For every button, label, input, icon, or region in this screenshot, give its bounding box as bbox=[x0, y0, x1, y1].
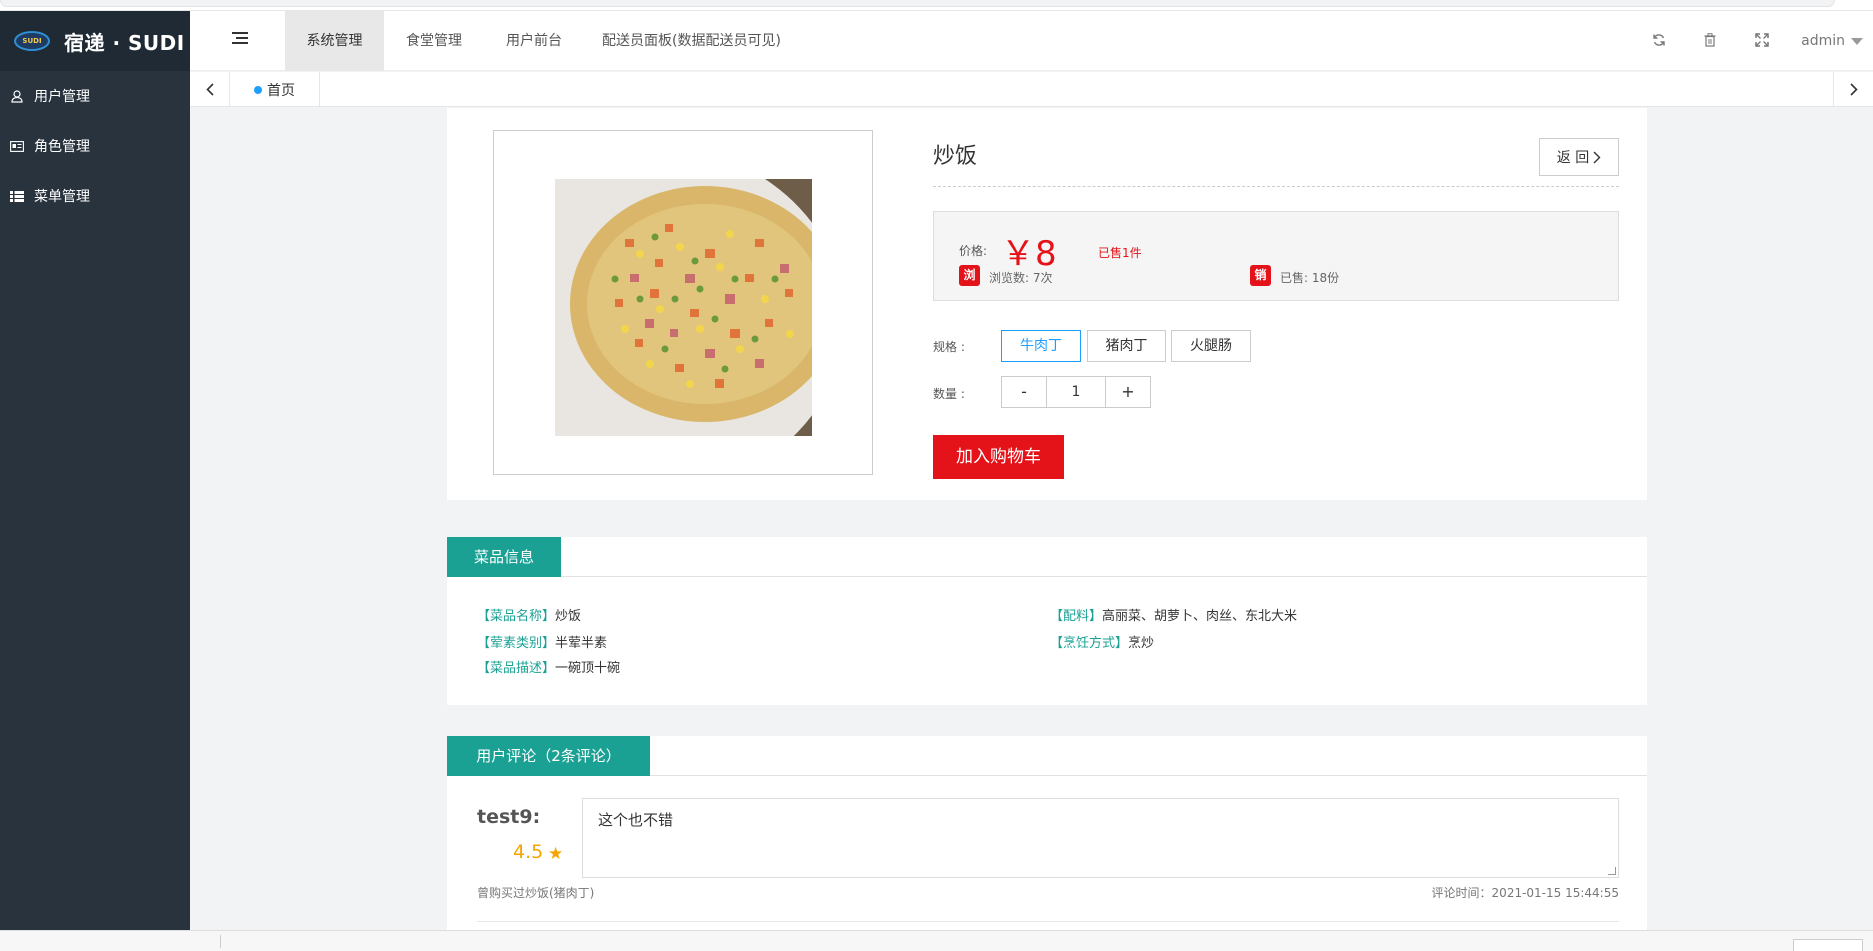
dish-info-header: 菜品信息 bbox=[447, 537, 1647, 577]
dish-info-tab[interactable]: 菜品信息 bbox=[447, 537, 561, 577]
user-menu[interactable]: admin bbox=[1801, 11, 1863, 71]
chevron-left-icon bbox=[205, 83, 214, 96]
quantity-increase-button[interactable]: + bbox=[1106, 377, 1150, 407]
browser-top-bar bbox=[0, 0, 1873, 11]
fullscreen-icon[interactable] bbox=[1754, 33, 1770, 49]
comments-header: 用户评论（2条评论） bbox=[447, 736, 1647, 776]
sidebar-item-roles[interactable]: 角色管理 bbox=[0, 121, 190, 171]
chevron-right-icon bbox=[1593, 151, 1601, 163]
comment-purchase-info: 曾购买过炒饭(猪肉丁) bbox=[477, 886, 595, 900]
comment-username: test9: bbox=[477, 806, 541, 828]
info-ingredients: 【配料】高丽菜、胡萝卜、肉丝、东北大米 bbox=[1050, 605, 1297, 624]
fried-rice-photo bbox=[555, 179, 812, 436]
sidebar: SUDI 宿递 · SUDI 用户管理 角色管理 菜单管理 bbox=[0, 11, 190, 930]
info-key: 【菜品名称】 bbox=[477, 609, 556, 624]
quantity-input[interactable]: 1 bbox=[1046, 377, 1106, 407]
info-key: 【配料】 bbox=[1050, 609, 1103, 624]
back-button[interactable]: 返 回 bbox=[1539, 138, 1619, 176]
list-icon bbox=[10, 189, 24, 203]
info-dish-name: 【菜品名称】炒饭 bbox=[477, 605, 581, 624]
spec-label: 规格 : bbox=[933, 340, 965, 354]
logo[interactable]: SUDI 宿递 · SUDI bbox=[0, 11, 190, 71]
price-label: 价格: bbox=[959, 244, 988, 258]
sidebar-item-menus[interactable]: 菜单管理 bbox=[0, 171, 190, 221]
product-panel: 炒饭 返 回 价格: ￥8 已售1件 浏 浏览数: 7次 销 已售: 18份 规… bbox=[447, 108, 1647, 500]
product-image-frame bbox=[493, 130, 873, 475]
sidebar-item-label: 角色管理 bbox=[34, 139, 90, 155]
tab-scroll-left-button[interactable] bbox=[190, 72, 230, 107]
quantity-stepper: - 1 + bbox=[1001, 376, 1151, 408]
username: admin bbox=[1801, 33, 1845, 49]
add-to-cart-button[interactable]: 加入购物车 bbox=[933, 435, 1064, 479]
back-button-label: 返 回 bbox=[1556, 150, 1590, 166]
sidebar-item-label: 菜单管理 bbox=[34, 189, 90, 205]
info-dish-type: 【荤素类别】半荤半素 bbox=[477, 632, 607, 651]
info-description: 【菜品描述】一碗顶十碗 bbox=[477, 657, 620, 676]
spec-option-ham[interactable]: 火腿肠 bbox=[1171, 330, 1251, 362]
product-image[interactable] bbox=[555, 179, 812, 436]
menu-toggle-icon[interactable] bbox=[232, 32, 248, 46]
star-icon: ★ bbox=[548, 844, 564, 864]
tab-system-management[interactable]: 系统管理 bbox=[285, 11, 384, 71]
sidebar-item-users[interactable]: 用户管理 bbox=[0, 71, 190, 121]
sold-count: 已售1件 bbox=[1098, 246, 1142, 260]
info-key: 【烹饪方式】 bbox=[1050, 636, 1129, 651]
comments-panel: 用户评论（2条评论） test9: 4.5 ★ 这个也不错 曾购买过炒饭(猪肉丁… bbox=[447, 736, 1647, 930]
info-value: 半荤半素 bbox=[555, 636, 608, 651]
views-badge-icon: 浏 bbox=[959, 265, 980, 286]
sales-count: 已售: 18份 bbox=[1280, 271, 1340, 285]
tab-home[interactable]: 首页 bbox=[230, 72, 320, 107]
quantity-label: 数量 : bbox=[933, 387, 965, 401]
refresh-icon[interactable] bbox=[1651, 33, 1667, 49]
comment-divider bbox=[477, 921, 1619, 922]
spec-option-pork[interactable]: 猪肉丁 bbox=[1087, 330, 1166, 362]
chevron-down-icon bbox=[1851, 37, 1863, 45]
product-title: 炒饭 bbox=[933, 144, 978, 169]
sidebar-item-label: 用户管理 bbox=[34, 89, 90, 105]
info-cooking-method: 【烹饪方式】烹炒 bbox=[1050, 632, 1154, 651]
price-value: ￥8 bbox=[1001, 234, 1057, 274]
brand-name: 宿递 · SUDI bbox=[64, 30, 185, 55]
comment-text-area[interactable]: 这个也不错 bbox=[582, 798, 1619, 878]
top-header: 系统管理 食堂管理 用户前台 配送员面板(数据配送员可见) admin bbox=[190, 11, 1873, 71]
info-key: 【菜品描述】 bbox=[477, 661, 556, 676]
comment-timestamp: 评论时间：2021-01-15 15:44:55 bbox=[1431, 886, 1619, 900]
status-divider bbox=[220, 935, 221, 948]
id-card-icon bbox=[10, 139, 24, 153]
title-divider bbox=[933, 186, 1619, 187]
sales-badge-icon: 销 bbox=[1250, 265, 1271, 286]
resize-handle-icon[interactable] bbox=[1608, 867, 1616, 875]
info-value: 高丽菜、胡萝卜、肉丝、东北大米 bbox=[1102, 609, 1298, 624]
price-box: 价格: ￥8 已售1件 浏 浏览数: 7次 销 已售: 18份 bbox=[933, 211, 1619, 301]
trash-icon[interactable] bbox=[1702, 33, 1718, 49]
tab-scroll-right-button[interactable] bbox=[1833, 72, 1873, 107]
quantity-decrease-button[interactable]: - bbox=[1002, 377, 1046, 407]
comment-rating: 4.5 bbox=[513, 841, 544, 863]
page-tab-bar: 首页 bbox=[190, 72, 1873, 107]
tab-user-frontend[interactable]: 用户前台 bbox=[484, 11, 584, 71]
info-value: 一碗顶十碗 bbox=[555, 661, 621, 676]
chevron-right-icon bbox=[1849, 83, 1858, 96]
info-key: 【荤素类别】 bbox=[477, 636, 556, 651]
status-box bbox=[1793, 939, 1863, 951]
tab-canteen-management[interactable]: 食堂管理 bbox=[384, 11, 484, 71]
views-count: 浏览数: 7次 bbox=[989, 271, 1053, 285]
browser-tab-strip bbox=[0, 0, 1835, 7]
tab-delivery-panel[interactable]: 配送员面板(数据配送员可见) bbox=[584, 11, 799, 71]
logo-badge: SUDI bbox=[14, 31, 50, 51]
status-bar bbox=[0, 930, 1873, 951]
info-value: 炒饭 bbox=[555, 609, 582, 624]
comments-tab[interactable]: 用户评论（2条评论） bbox=[447, 736, 650, 776]
active-dot-icon bbox=[254, 85, 262, 94]
dish-info-panel: 菜品信息 【菜品名称】炒饭 【配料】高丽菜、胡萝卜、肉丝、东北大米 【荤素类别】… bbox=[447, 537, 1647, 705]
tab-home-label: 首页 bbox=[267, 82, 295, 99]
info-value: 烹炒 bbox=[1128, 636, 1155, 651]
comment-text: 这个也不错 bbox=[598, 811, 674, 829]
user-icon bbox=[10, 89, 24, 103]
spec-option-beef[interactable]: 牛肉丁 bbox=[1001, 330, 1081, 362]
